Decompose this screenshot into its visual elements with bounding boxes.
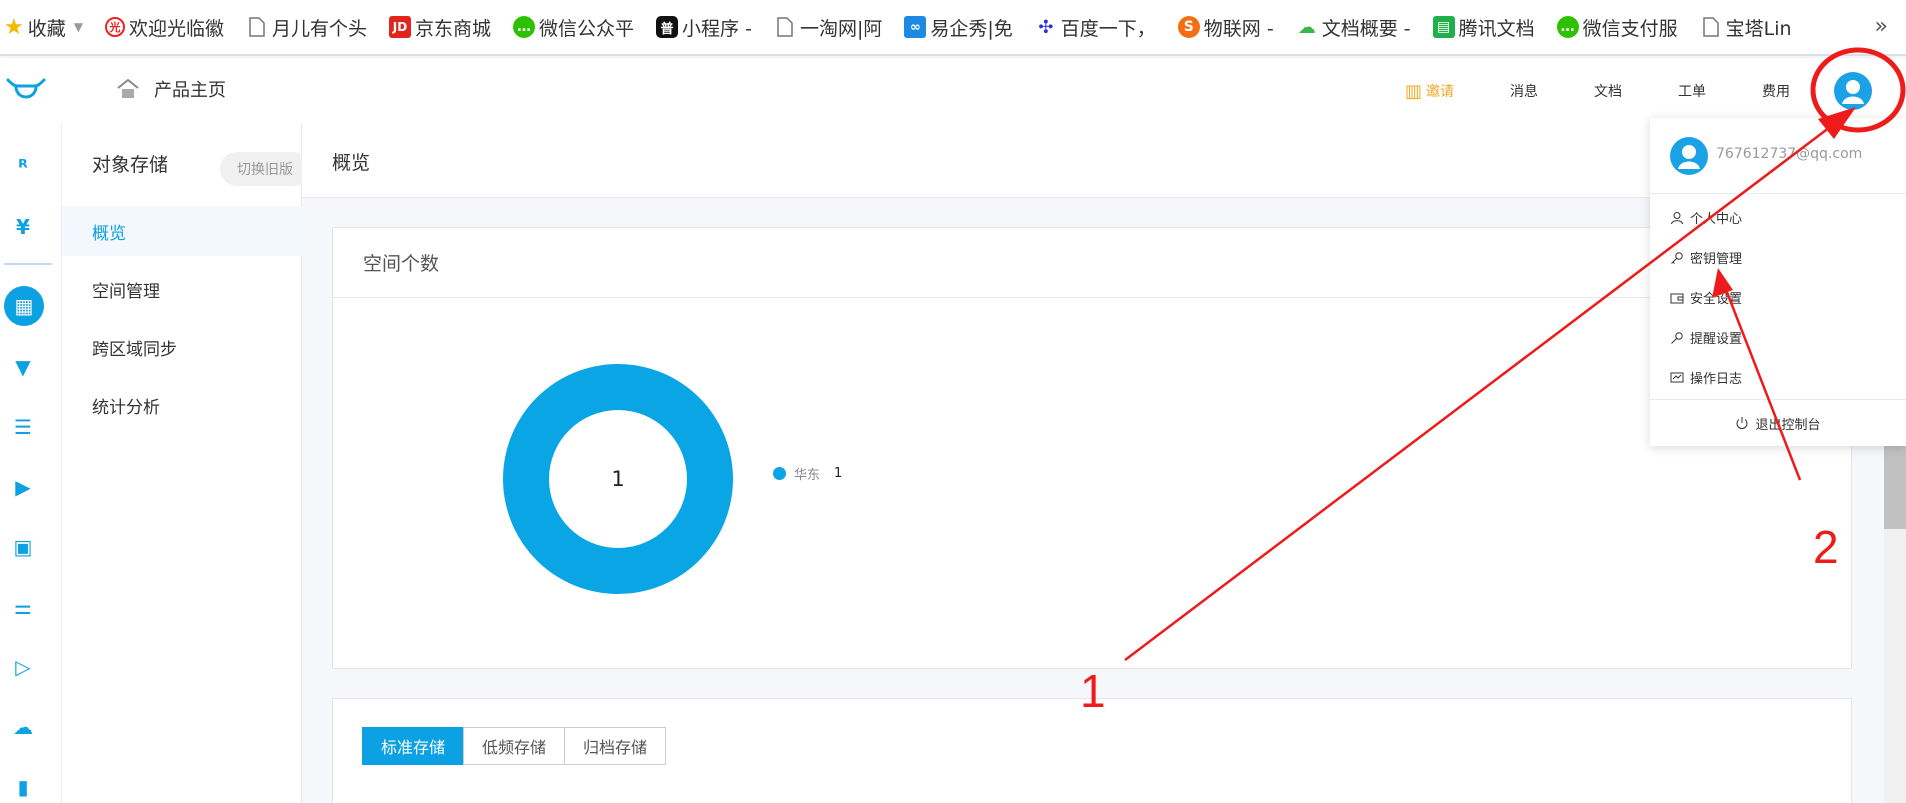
user-menu-header: 767612737@qq.com — [1650, 118, 1906, 194]
top-header: 产品主页 ▥ 邀请 消息 文档 工单 费用 — [0, 58, 1906, 124]
rail-storage-icon[interactable]: ▦ — [4, 286, 44, 326]
user-avatar-button[interactable] — [1834, 72, 1872, 110]
sidebar-item-statistics[interactable]: 统计分析 — [62, 380, 302, 430]
rail-cdn-icon[interactable]: ▼ — [10, 354, 36, 380]
user-icon — [1671, 211, 1683, 224]
menu-item-reminder-settings[interactable]: 提醒设置 — [1670, 328, 1742, 347]
menu-item-security-settings[interactable]: 安全设置 — [1670, 288, 1742, 307]
log-icon — [1670, 372, 1684, 382]
menu-item-operation-log[interactable]: 操作日志 — [1670, 368, 1742, 387]
rail-server-icon[interactable]: ☰ — [10, 414, 36, 440]
bookmark-item[interactable]: … 微信支付服 — [1556, 0, 1678, 55]
rail-live-icon[interactable]: ▶ — [10, 474, 36, 500]
home-icon — [117, 78, 139, 98]
rail-divider — [4, 263, 52, 265]
bookmark-item[interactable]: 月儿有个头 — [246, 0, 367, 55]
header-nav: ▥ 邀请 消息 文档 工单 费用 — [1405, 58, 1906, 124]
sidebar-title: 对象存储 — [92, 154, 169, 176]
bookmark-item[interactable]: 宝塔Lin — [1700, 0, 1792, 55]
cloud-icon: ☁ — [1297, 16, 1316, 38]
rail-media-icon[interactable]: ▷ — [10, 654, 36, 680]
user-email: 767612737@qq.com — [1716, 146, 1863, 162]
page-icon — [246, 16, 268, 38]
sidebar-item-overview[interactable]: 概览 — [62, 206, 302, 256]
product-icon-rail: ᴿ ¥ ▦ ▼ ☰ ▶ ▣ ⚌ ▷ ☁ ▮ — [0, 124, 62, 803]
power-icon — [1737, 417, 1748, 429]
sohu-icon: S — [1177, 16, 1200, 38]
legend-series-name: 华东 — [794, 468, 821, 483]
bookmarks-bar: ★ 收藏 ▼ 光 欢迎光临徽 月儿有个头 JD 京东商城 … 微信公众平 普 小… — [0, 0, 1906, 56]
bell-icon — [1671, 331, 1683, 344]
logout-button[interactable]: 退出控制台 — [1650, 399, 1906, 446]
bookmark-item[interactable]: 一淘网|阿 — [774, 0, 882, 55]
annotation-label-2: 2 — [1813, 521, 1839, 573]
bookmark-item[interactable]: JD 京东商城 — [389, 0, 491, 55]
rail-overview-icon[interactable]: ᴿ — [10, 154, 36, 180]
bookmarks-more-icon[interactable]: » — [1875, 14, 1888, 39]
wechat-icon: … — [1556, 16, 1579, 38]
page-title: 概览 — [332, 152, 371, 174]
tab-archive-storage[interactable]: 归档存储 — [564, 727, 667, 765]
star-icon: ★ — [4, 14, 24, 40]
bookmark-item[interactable]: ∞ 易企秀|免 — [904, 0, 1013, 55]
donut-chart: 1 — [503, 364, 733, 594]
menu-item-personal-center[interactable]: 个人中心 — [1670, 208, 1742, 227]
tickets-link[interactable]: 工单 — [1678, 81, 1706, 101]
wallet-icon — [1670, 293, 1684, 303]
chart-legend[interactable]: 华东 1 — [773, 464, 842, 483]
user-dropdown-menu: 767612737@qq.com 个人中心 密钥管理 安全设置 提醒设置 操作日… — [1650, 118, 1906, 446]
sheet-icon: ▤ — [1432, 16, 1455, 38]
gift-icon: ▥ — [1404, 80, 1422, 102]
wechat-icon: … — [513, 16, 536, 38]
tab-infrequent-storage[interactable]: 低频存储 — [463, 727, 566, 765]
rail-video-icon[interactable]: ▣ — [10, 534, 36, 560]
page-icon — [1700, 16, 1722, 38]
bookmark-item[interactable]: ☁ 文档概要 - — [1296, 0, 1411, 55]
bookmark-item[interactable]: ▤ 腾讯文档 — [1432, 0, 1535, 55]
rail-cloud-icon[interactable]: ☁ — [10, 714, 36, 740]
menu-item-key-management[interactable]: 密钥管理 — [1670, 248, 1742, 267]
legend-swatch — [773, 467, 786, 480]
bookmark-item[interactable]: 普 小程序 - — [656, 0, 752, 55]
donut-center-label: 1 — [549, 410, 687, 548]
space-count-card: 空间个数 1 华东 1 — [332, 227, 1852, 669]
avatar-icon — [1842, 80, 1864, 104]
page-icon — [774, 16, 796, 38]
rail-bookmark-icon[interactable]: ▮ — [10, 774, 36, 800]
scrollbar-thumb[interactable] — [1884, 445, 1906, 529]
legend-series-value: 1 — [834, 466, 843, 481]
rail-settings-icon[interactable]: ⚌ — [10, 594, 36, 620]
card-title: 空间个数 — [333, 228, 1851, 298]
storage-sidebar: 对象存储 切换旧版 概览 空间管理 跨区域同步 统计分析 — [62, 124, 310, 803]
miniprogram-icon: 普 — [656, 16, 679, 38]
product-home-link[interactable]: 产品主页 — [116, 76, 226, 102]
avatar — [1670, 137, 1708, 175]
chevron-down-icon[interactable]: ▼ — [74, 20, 83, 34]
site-icon: 光 — [104, 17, 125, 37]
bookmark-favorites[interactable]: ★ 收藏 ▼ — [4, 0, 83, 55]
baidu-icon: ✣ — [1038, 16, 1054, 38]
bookmark-item[interactable]: … 微信公众平 — [513, 0, 634, 55]
storage-type-tabs: 标准存储 低频存储 归档存储 — [362, 727, 667, 765]
invite-link[interactable]: ▥ 邀请 — [1405, 81, 1454, 102]
bookmark-item[interactable]: S 物联网 - — [1177, 0, 1274, 55]
page-scrollbar[interactable] — [1884, 445, 1906, 803]
billing-link[interactable]: 费用 — [1762, 81, 1790, 101]
eqxiu-icon: ∞ — [904, 16, 927, 38]
rail-billing-icon[interactable]: ¥ — [10, 214, 36, 240]
jd-icon: JD — [389, 16, 412, 38]
messages-link[interactable]: 消息 — [1510, 81, 1538, 101]
sidebar-item-cross-region-sync[interactable]: 跨区域同步 — [62, 322, 302, 372]
bookmark-item[interactable]: 光 欢迎光临徽 — [104, 0, 224, 55]
docs-link[interactable]: 文档 — [1594, 81, 1622, 101]
tab-standard-storage[interactable]: 标准存储 — [362, 727, 465, 765]
logo-icon[interactable] — [4, 72, 48, 108]
key-icon — [1671, 251, 1683, 264]
avatar-icon — [1678, 145, 1700, 169]
annotation-label-1: 1 — [1080, 665, 1106, 717]
bookmark-item[interactable]: ✣ 百度一下， — [1035, 0, 1156, 55]
sidebar-item-space-management[interactable]: 空间管理 — [62, 264, 302, 314]
switch-old-version-button[interactable]: 切换旧版 — [220, 152, 310, 186]
